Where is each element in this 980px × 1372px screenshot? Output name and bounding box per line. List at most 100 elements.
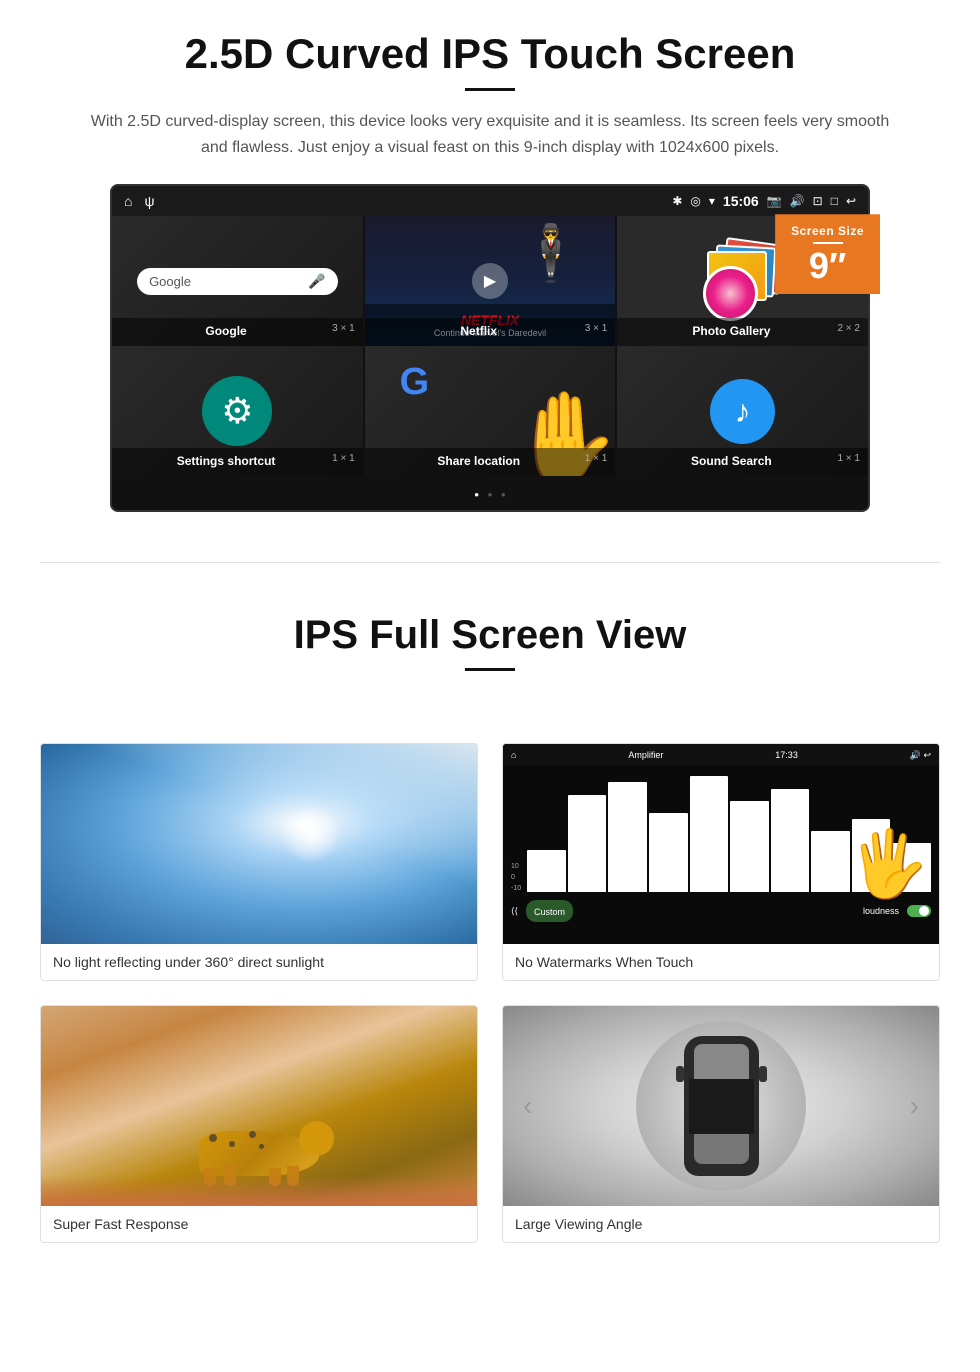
title-underline [465,88,515,91]
badge-size-text: 9″ [791,248,864,284]
eq-bar-7 [771,789,810,893]
volume-icon: 🔊 [790,194,805,208]
netflix-label: Netflix 3 × 1 [365,318,616,346]
google-search-bar[interactable]: Google 🎤 [137,268,338,295]
eq-bar-5 [690,776,729,892]
share-location-app-cell[interactable]: G 🤚 Share location 1 × 1 [365,346,616,476]
android-screen: ⌂ ψ ✱ ◎ ▾ 15:06 📷 🔊 ⊡ □ ↩ [110,184,870,512]
amp-time: 17:33 [775,750,798,760]
netflix-size: 3 × 1 [585,323,608,334]
location-icon: ◎ [690,194,700,208]
settings-label: Settings shortcut 1 × 1 [112,448,363,476]
daredevil-silhouette: 🕴 [517,226,585,281]
left-mirror [676,1066,684,1082]
netflix-play-button[interactable]: ▶ [472,263,508,299]
status-right-icons: ✱ ◎ ▾ 15:06 📷 🔊 ⊡ □ ↩ [672,193,856,209]
section1: 2.5D Curved IPS Touch Screen With 2.5D c… [0,0,980,532]
section2-title: IPS Full Screen View [60,613,920,658]
sunlight-image [41,744,477,944]
rear-windshield [694,1134,749,1164]
hand-on-screen-icon: 🖐 [848,831,929,896]
share-location-size: 1 × 1 [585,453,608,464]
left-rotation-arrow-icon: ‹ [523,1090,532,1122]
amp-controls: ⟨⟨ Custom loudness [503,896,939,926]
sound-search-name: Sound Search [691,454,772,468]
sunlight-feature-card: No light reflecting under 360° direct su… [40,743,478,981]
eq-bar-8 [811,831,850,892]
photo-gallery-name: Photo Gallery [692,324,770,338]
status-bar: ⌂ ψ ✱ ◎ ▾ 15:06 📷 🔊 ⊡ □ ↩ [112,186,868,216]
amplifier-caption-text: No Watermarks When Touch [515,954,693,970]
amp-title: Amplifier [628,750,663,760]
app-grid-row2: ⚙ Settings shortcut 1 × 1 G 🤚 Share loca… [112,346,868,476]
screen-size-badge: Screen Size 9″ [775,214,880,294]
share-location-name: Share location [437,454,520,468]
sound-search-icon: ♪ [710,379,775,444]
screen-icon: □ [831,194,838,208]
signal-icon: ψ [144,193,154,209]
google-label: Google 3 × 1 [112,318,363,346]
amplifier-image: ⌂ Amplifier 17:33 🔊 ↩ 10 0 -10 [503,744,939,944]
car-caption-text: Large Viewing Angle [515,1216,642,1232]
car-circle-bg [636,1021,806,1191]
sunlight-caption-text: No light reflecting under 360° direct su… [53,954,324,970]
eq-labels: 10 0 -10 [511,863,521,892]
cheetah-feature-card: Super Fast Response [40,1005,478,1243]
feature-grid: No light reflecting under 360° direct su… [0,719,980,1267]
status-left-icons: ⌂ ψ [124,193,154,209]
sky-gradient [41,744,477,944]
amp-mode-text: Custom [534,907,565,917]
right-mirror [759,1066,767,1082]
amp-bars-container: 10 0 -10 🖐 [503,766,939,896]
amp-toggle-switch[interactable] [907,905,931,917]
page-indicator: ● ● ● [112,476,868,510]
photo-gallery-size: 2 × 2 [837,323,860,334]
amp-mode-display: Custom [526,900,573,922]
right-rotation-arrow-icon: › [910,1090,919,1122]
eq-bar-1 [527,850,566,893]
sunlight-caption: No light reflecting under 360° direct su… [41,944,477,980]
cheetah-image [41,1006,477,1206]
badge-divider [813,242,843,244]
settings-name: Settings shortcut [177,454,276,468]
car-image: › ‹ [503,1006,939,1206]
netflix-name: Netflix [460,324,497,338]
amp-toggle-label: loudness [863,906,899,916]
cheetah-caption: Super Fast Response [41,1206,477,1242]
eq-bar-2 [568,795,607,893]
google-logo: Google [149,274,191,289]
app-grid-row1: Google 🎤 Google 3 × 1 ▶ NETFLIX [112,216,868,346]
home-icon: ⌂ [124,193,132,209]
car-caption: Large Viewing Angle [503,1206,939,1242]
battery-icon: ⊡ [813,194,823,208]
google-size: 3 × 1 [332,323,355,334]
car-top-view [684,1036,759,1176]
back-icon: ↩ [846,194,856,208]
section-divider [40,562,940,563]
google-maps-g-icon: G [400,361,430,404]
amplifier-caption: No Watermarks When Touch [503,944,939,980]
eq-bar-4 [649,813,688,892]
section2-underline [465,668,515,671]
car-feature-card: › ‹ Large Viewing Angle [502,1005,940,1243]
cheetah-caption-text: Super Fast Response [53,1216,188,1232]
front-windshield [694,1044,749,1079]
sound-search-label: Sound Search 1 × 1 [617,448,868,476]
amp-toggle-knob [919,906,929,916]
photo-stack [703,241,783,321]
camera-icon: 📷 [767,194,782,208]
eq-bar-6 [730,801,769,893]
section1-title: 2.5D Curved IPS Touch Screen [60,30,920,78]
settings-app-cell[interactable]: ⚙ Settings shortcut 1 × 1 [112,346,363,476]
google-name: Google [205,324,246,338]
netflix-app-cell[interactable]: ▶ NETFLIX Continue Marvel's Daredevil 🕴 … [365,216,616,346]
amp-status-bar: ⌂ Amplifier 17:33 🔊 ↩ [503,744,939,766]
google-app-cell[interactable]: Google 🎤 Google 3 × 1 [112,216,363,346]
share-location-label: Share location 1 × 1 [365,448,616,476]
wifi-icon: ▾ [709,194,715,208]
sound-search-app-cell[interactable]: ♪ Sound Search 1 × 1 [617,346,868,476]
mic-icon: 🎤 [308,273,325,290]
settings-gear-icon: ⚙ [202,376,272,446]
settings-size: 1 × 1 [332,453,355,464]
amp-prev-icon: ⟨⟨ [511,906,518,917]
